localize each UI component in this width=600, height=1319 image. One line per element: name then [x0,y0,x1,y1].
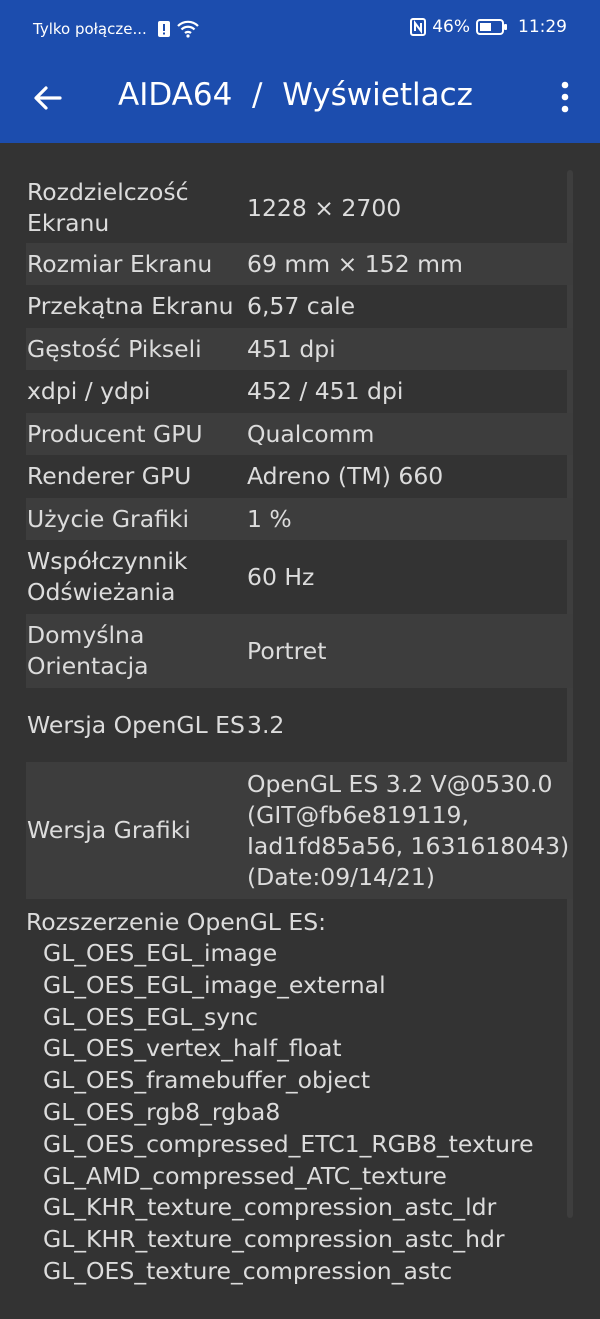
list-item: GL_KHR_texture_compression_astc_ldr [43,1193,497,1222]
row-value: Qualcomm [247,419,375,448]
row-label: Domyślna Orientacja [27,621,149,680]
list-item: GL_OES_texture_compression_astc [43,1256,453,1285]
overflow-menu-button[interactable] [550,78,580,118]
list-item: GL_OES_framebuffer_object [43,1066,371,1095]
extensions-title: Rozszerzenie OpenGL ES: [26,908,327,936]
wifi-icon [176,20,199,38]
row-label: Wersja Grafiki [27,816,191,844]
row-value: 69 mm × 152 mm [247,249,463,278]
back-button[interactable] [28,78,68,118]
row-label: Gęstość Pikseli [27,334,202,363]
list-item: GL_OES_vertex_half_float [43,1034,342,1063]
battery-percent: 46% [432,17,470,37]
row-label: Rozmiar Ekranu [27,249,213,278]
page-title: AIDA64 / Wyświetlacz [118,77,473,113]
row-value: Portret [247,636,327,665]
row-label: Współczynnik Odświeżania [27,547,188,606]
list-item: GL_OES_compressed_ETC1_RGB8_texture [43,1129,534,1158]
list-item: GL_OES_EGL_sync [43,1002,258,1031]
info-row-gpu-vendor: Producent GPU Qualcomm [26,413,573,455]
list-item: GL_OES_EGL_image [43,939,278,967]
row-value: Adreno (TM) 660 [247,462,444,490]
more-vertical-icon [561,81,569,113]
row-value: 3.2 [247,710,285,739]
row-value: 452 / 451 dpi [247,377,404,405]
app-bar: AIDA64 / Wyświetlacz [0,54,600,143]
row-value: 60 Hz [247,562,315,591]
carrier-text: Tylko połącze... [33,20,147,38]
status-right: 46% 11:29 [404,17,567,37]
nfc-icon [410,18,427,36]
status-bar: Tylko połącze... 46% 11:29 [0,0,600,54]
list-item: GL_KHR_texture_compression_astc_hdr [43,1225,505,1254]
battery-icon [476,19,507,35]
row-label: Przekątna Ekranu [27,292,234,320]
info-row-refresh-rate: Współczynnik Odświeżania 60 Hz [26,540,573,614]
row-label: Producent GPU [27,419,203,448]
alert-icon [157,21,170,37]
list-item: GL_OES_EGL_image_external [43,970,386,999]
info-row-orientation: Domyślna Orientacja Portret [26,614,573,688]
info-row-diagonal: Przekątna Ekranu 6,57 cale [26,285,573,328]
row-label: Wersja OpenGL ES [27,710,245,739]
info-row-xdpi-ydpi: xdpi / ydpi 452 / 451 dpi [26,370,573,413]
info-row-pixel-density: Gęstość Pikseli 451 dpi [26,328,573,370]
info-row-graphics-version: Wersja Grafiki OpenGL ES 3.2 V@0530.0 (G… [26,762,573,899]
row-value: OpenGL ES 3.2 V@0530.0 (GIT@fb6e819119, … [247,769,570,891]
row-label: Rozdzielczość Ekranu [27,178,189,237]
row-label: Użycie Grafiki [27,504,190,533]
info-row-gpu-usage: Użycie Grafiki 1 % [26,498,573,540]
row-label: Renderer GPU [27,462,192,490]
arrow-left-icon [34,86,62,110]
row-label: xdpi / ydpi [27,377,151,405]
list-item: GL_AMD_compressed_ATC_texture [43,1161,447,1190]
row-value: 1 % [247,504,292,533]
row-value: 451 dpi [247,334,336,363]
info-row-opengl-version: Wersja OpenGL ES 3.2 [26,688,573,762]
row-value: 6,57 cale [247,292,356,320]
extensions-list: GL_OES_EGL_image GL_OES_EGL_image_extern… [26,938,573,1288]
row-value: 1228 × 2700 [247,193,402,222]
info-row-screen-size: Rozmiar Ekranu 69 mm × 152 mm [26,243,573,285]
clock-time: 11:29 [518,17,567,37]
list-item: GL_OES_rgb8_rgba8 [43,1097,281,1126]
info-row-resolution: Rozdzielczość Ekranu 1228 × 2700 [26,173,573,243]
status-left: Tylko połącze... [33,20,199,38]
display-info-list: Rozdzielczość Ekranu 1228 × 2700 Rozmiar… [26,173,573,1288]
info-row-gpu-renderer: Renderer GPU Adreno (TM) 660 [26,455,573,498]
